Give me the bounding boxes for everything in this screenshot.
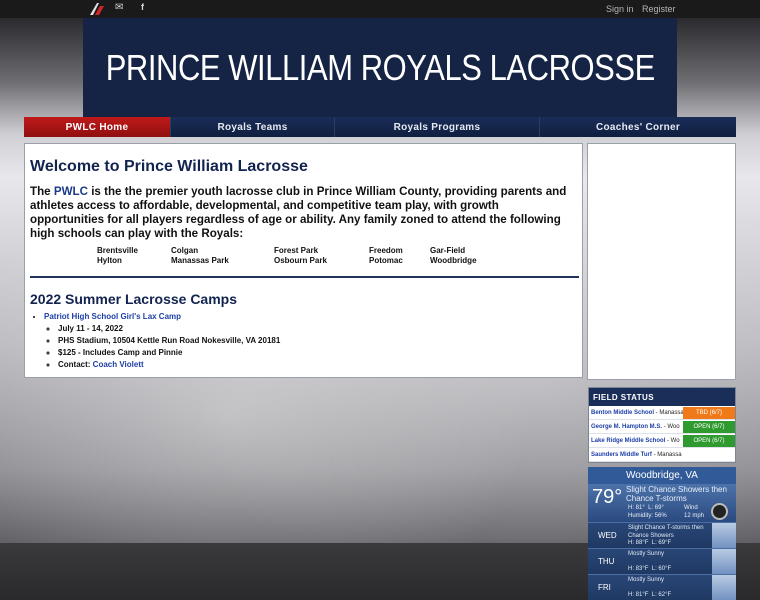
field-location: - Manassa (651, 452, 682, 458)
field-name[interactable]: George M. Hampton M.S. (589, 424, 662, 430)
site-title: PRINCE WILLIAM ROYALS LACROSSE (105, 47, 655, 88)
sun-cloud-icon (712, 549, 736, 575)
school-item: Hylton (97, 256, 122, 265)
sign-in-link[interactable]: Sign in (606, 4, 634, 14)
intro-paragraph: The PWLC is the the premier youth lacros… (30, 185, 573, 241)
forecast-lo: L: 69°F (651, 540, 672, 546)
school-item: Manassas Park (171, 256, 229, 265)
facebook-icon[interactable]: f (141, 2, 144, 12)
field-status-badge (683, 449, 735, 461)
site-banner: PRINCE WILLIAM ROYALS LACROSSE (83, 18, 677, 118)
school-item: Colgan (171, 246, 199, 255)
nav-item-royals-teams[interactable]: Royals Teams (171, 117, 335, 137)
intro-prefix: The (30, 185, 54, 198)
wind-value: 12 mph (684, 513, 705, 519)
weather-city: Woodbridge, VA (588, 467, 736, 484)
forecast-day-name: THU (598, 557, 615, 566)
school-item: Brentsville (97, 246, 138, 255)
school-item: Freedom (369, 246, 403, 255)
camp-location: PHS Stadium, 10504 Kettle Run Road Nokes… (58, 335, 577, 347)
camp-item: Patriot High School Girl's Lax Camp July… (44, 311, 577, 371)
forecast-lo: L: 62°F (651, 592, 672, 598)
current-temp: 79° (592, 486, 623, 508)
intro-body: is the the premier youth lacrosse club i… (30, 185, 567, 240)
field-status-badge: OPEN (6/7) (683, 421, 735, 433)
school-item: Potomac (369, 256, 403, 265)
section-divider (30, 276, 579, 278)
forecast-hi: H: 83°F (628, 566, 649, 572)
weather-current: 79° Slight Chance Showers then Chance T-… (588, 484, 736, 522)
main-nav: PWLC Home Royals Teams Royals Programs C… (24, 117, 736, 137)
welcome-panel: Welcome to Prince William Lacrosse The P… (24, 143, 583, 378)
nav-item-royals-programs[interactable]: Royals Programs (335, 117, 540, 137)
current-humidity: Humidity: 56% (628, 513, 667, 519)
field-location: - Manassa (654, 410, 684, 416)
field-status-title: FIELD STATUS (589, 388, 735, 406)
forecast-hi-lo: H: 81°F L: 62°F (628, 592, 671, 598)
pwlc-brand: PWLC (53, 185, 88, 198)
field-row[interactable]: Lake Ridge Middle School - Wo OPEN (6/7) (589, 434, 735, 448)
camp-price: $125 - Includes Camp and Pinnie (58, 347, 577, 359)
camps-heading: 2022 Summer Lacrosse Camps (30, 291, 237, 307)
school-item: Gar-Field (430, 246, 466, 255)
field-name[interactable]: Benton Middle School (589, 410, 654, 416)
field-row[interactable]: Benton Middle School - Manassa TBD (6/7) (589, 406, 735, 420)
forecast-desc: Mostly Sunny (628, 577, 665, 583)
field-row[interactable]: Saunders Middle Turf - Manassa (589, 448, 735, 462)
contact-label: Contact: (58, 360, 93, 369)
school-list: Brentsville Colgan Forest Park Freedom G… (97, 246, 577, 266)
field-row[interactable]: George M. Hampton M.S. - Woo OPEN (6/7) (589, 420, 735, 434)
school-item: Osbourn Park (274, 256, 327, 265)
forecast-desc: Mostly Sunny (628, 551, 665, 557)
forecast-day: WED Slight Chance T-storms then Chance S… (588, 522, 736, 549)
forecast-desc: Slight Chance T-storms then Chance Showe… (628, 525, 704, 539)
field-location: - Woo (662, 424, 680, 430)
email-icon[interactable]: ✉ (115, 2, 123, 13)
field-status-badge: OPEN (6/7) (683, 435, 735, 447)
storm-cloud-icon (712, 523, 736, 549)
current-hi-lo: H: 81° L: 69° Humidity: 56% (628, 504, 667, 520)
register-link[interactable]: Register (642, 4, 676, 14)
current-desc: Slight Chance Showers then Chance T-stor… (626, 485, 727, 503)
current-hi: H: 81° (628, 505, 645, 511)
forecast-lo: L: 60°F (651, 566, 672, 572)
camp-contact: Contact: Coach Violett (58, 359, 577, 371)
forecast-day: FRI Mostly Sunny H: 81°F L: 62°F (588, 574, 736, 600)
field-location: - Wo (665, 438, 680, 444)
nav-item-coaches-corner[interactable]: Coaches' Corner (540, 117, 736, 137)
camp-link[interactable]: Patriot High School Girl's Lax Camp (44, 312, 181, 321)
current-lo: L: 69° (648, 505, 664, 511)
forecast-hi: H: 88°F (628, 540, 649, 546)
school-item: Woodbridge (430, 256, 477, 265)
field-name[interactable]: Saunders Middle Turf (589, 452, 652, 458)
forecast-day-name: WED (598, 531, 617, 540)
sun-cloud-icon (712, 575, 736, 600)
forecast-day: THU Mostly Sunny H: 83°F L: 60°F (588, 548, 736, 575)
school-item: Forest Park (274, 246, 319, 255)
welcome-heading: Welcome to Prince William Lacrosse (30, 158, 308, 175)
site-logo-icon[interactable] (90, 3, 104, 15)
nav-item-home[interactable]: PWLC Home (24, 117, 171, 137)
forecast-hi-lo: H: 88°F L: 69°F (628, 540, 671, 546)
wind-gauge-icon (711, 503, 728, 520)
field-name[interactable]: Lake Ridge Middle School (589, 438, 665, 444)
camp-list: Patriot High School Girl's Lax Camp July… (30, 311, 577, 371)
current-wind: Wind 12 mph (684, 504, 704, 520)
weather-widget: Woodbridge, VA 79° Slight Chance Showers… (588, 467, 736, 600)
field-status-widget: FIELD STATUS Benton Middle School - Mana… (588, 387, 736, 463)
field-status-badge: TBD (6/7) (683, 407, 735, 419)
coach-link[interactable]: Coach Violett (93, 360, 144, 369)
forecast-day-name: FRI (598, 583, 611, 592)
forecast-hi-lo: H: 83°F L: 60°F (628, 566, 671, 572)
camp-dates: July 11 - 14, 2022 (58, 323, 577, 335)
sidebar-ad-box (587, 143, 736, 380)
top-bar: ✉ f Sign in Register (0, 0, 760, 18)
wind-label: Wind (684, 505, 698, 511)
forecast-hi: H: 81°F (628, 592, 649, 598)
